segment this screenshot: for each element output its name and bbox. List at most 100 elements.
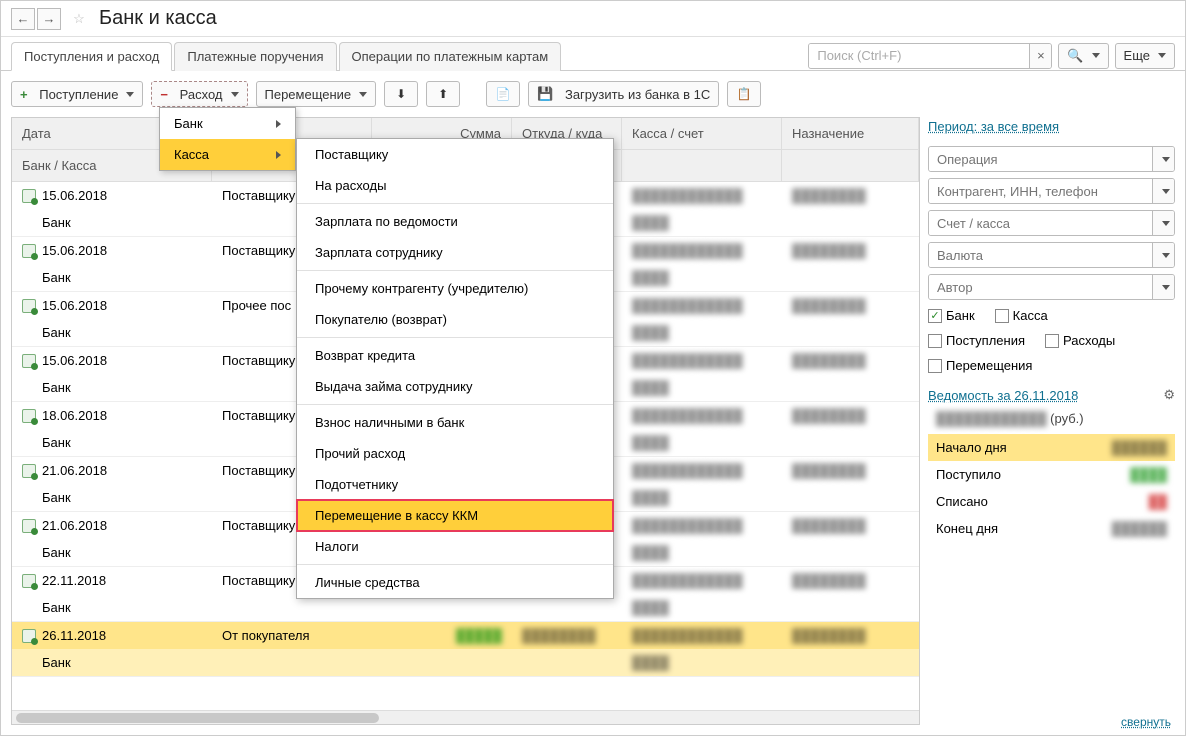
filter-account[interactable] xyxy=(929,211,1152,235)
submenu2-item[interactable]: Зарплата по ведомости xyxy=(297,206,613,237)
row-purpose: ████████ xyxy=(782,622,919,649)
filter-counterparty[interactable] xyxy=(929,179,1152,203)
filter-operation-dd[interactable] xyxy=(1152,147,1174,171)
check-income[interactable]: Поступления xyxy=(928,333,1025,348)
submenu2-item[interactable]: Перемещение в кассу ККМ xyxy=(297,500,613,531)
row-account: ████████████ xyxy=(622,237,782,264)
favorite-star-icon[interactable]: ☆ xyxy=(69,9,89,29)
filter-currency-dd[interactable] xyxy=(1152,243,1174,267)
submenu2-item[interactable]: На расходы xyxy=(297,170,613,201)
import-icon: ⬆ xyxy=(435,86,451,102)
submenu2-item[interactable]: Прочий расход xyxy=(297,438,613,469)
export-icon: ⬇ xyxy=(393,86,409,102)
report-button[interactable]: 📋 xyxy=(727,81,761,107)
row-account: ████████████ xyxy=(622,402,782,429)
main-tabs: Поступления и расход Платежные поручения… xyxy=(11,41,563,70)
search-box: × xyxy=(808,43,1052,69)
col-account[interactable]: Касса / счет xyxy=(622,118,782,149)
submenu2-item[interactable]: Подотчетнику xyxy=(297,469,613,500)
horizontal-scrollbar[interactable] xyxy=(12,710,919,724)
bank-load-icon: 💾 xyxy=(537,86,553,102)
magnifier-icon: 🔍 xyxy=(1067,48,1083,64)
row-bank: Банк xyxy=(12,264,212,291)
load-from-bank-button[interactable]: 💾 Загрузить из банка в 1С xyxy=(528,81,719,107)
vedomost-link[interactable]: Ведомость за 26.11.2018 xyxy=(928,388,1078,403)
row-bank: Банк xyxy=(12,649,212,676)
submenu2-item[interactable]: Прочему контрагенту (учредителю) xyxy=(297,273,613,304)
collapse-link[interactable]: свернуть xyxy=(1121,715,1171,729)
import-button[interactable]: ⬆ xyxy=(426,81,460,107)
chevron-right-icon xyxy=(276,151,281,159)
filter-counterparty-dd[interactable] xyxy=(1152,179,1174,203)
expense-submenu-1: Банк Касса xyxy=(159,107,296,171)
copy-icon: 📄 xyxy=(495,86,511,102)
document-icon xyxy=(22,244,36,258)
tab-card-operations[interactable]: Операции по платежным картам xyxy=(339,42,562,71)
nav-back-button[interactable]: ← xyxy=(11,8,35,30)
document-icon xyxy=(22,629,36,643)
more-button[interactable]: Еще xyxy=(1115,43,1175,69)
check-expense[interactable]: Расходы xyxy=(1045,333,1115,348)
page-title: Банк и касса xyxy=(99,7,217,30)
submenu2-item[interactable]: Зарплата сотруднику xyxy=(297,237,613,268)
submenu2-item[interactable]: Выдача займа сотруднику xyxy=(297,371,613,402)
chevron-right-icon xyxy=(276,120,281,128)
filter-operation[interactable] xyxy=(929,147,1152,171)
tab-income-expense[interactable]: Поступления и расход xyxy=(11,42,172,71)
row-bank: Банк xyxy=(12,429,212,456)
ved-in-val: ████ xyxy=(1130,467,1167,482)
search-clear-button[interactable]: × xyxy=(1029,44,1051,68)
submenu2-item[interactable]: Налоги xyxy=(297,531,613,562)
filter-author-dd[interactable] xyxy=(1152,275,1174,299)
row-purpose: ████████ xyxy=(782,347,919,374)
row-purpose: ████████ xyxy=(782,457,919,484)
submenu2-item[interactable]: Возврат кредита xyxy=(297,340,613,371)
col-purpose[interactable]: Назначение xyxy=(782,118,919,149)
filter-author[interactable] xyxy=(929,275,1152,299)
document-icon xyxy=(22,189,36,203)
row-date: 26.11.2018 xyxy=(42,628,106,643)
search-input[interactable] xyxy=(809,44,1029,67)
document-icon xyxy=(22,409,36,423)
export-button[interactable]: ⬇ xyxy=(384,81,418,107)
row-operation: От покупателя xyxy=(212,622,372,649)
check-bank[interactable]: ✓Банк xyxy=(928,308,975,323)
income-button[interactable]: + Поступление xyxy=(11,81,143,107)
row-where: ████████ xyxy=(512,622,622,649)
expense-button[interactable]: − Расход xyxy=(151,81,247,107)
row-account: ████████████ xyxy=(622,457,782,484)
submenu2-item[interactable]: Поставщику xyxy=(297,139,613,170)
submenu2-item[interactable]: Покупателю (возврат) xyxy=(297,304,613,335)
row-account: ████████████ xyxy=(622,622,782,649)
document-icon xyxy=(22,354,36,368)
row-date: 15.06.2018 xyxy=(42,188,107,203)
submenu2-item[interactable]: Взнос наличными в банк xyxy=(297,407,613,438)
move-button[interactable]: Перемещение xyxy=(256,81,377,107)
gear-icon[interactable]: ⚙ xyxy=(1163,387,1175,403)
row-account: ████████████ xyxy=(622,292,782,319)
search-exec-button[interactable]: 🔍 xyxy=(1058,43,1108,69)
submenu1-kassa[interactable]: Касса xyxy=(160,139,295,170)
filter-currency[interactable] xyxy=(929,243,1152,267)
check-move[interactable]: Перемещения xyxy=(928,358,1032,373)
check-kassa[interactable]: Касса xyxy=(995,308,1048,323)
tab-payment-orders[interactable]: Платежные поручения xyxy=(174,42,336,71)
submenu1-bank[interactable]: Банк xyxy=(160,108,295,139)
copy-button[interactable]: 📄 xyxy=(486,81,520,107)
row-purpose: ████████ xyxy=(782,182,919,209)
table-row[interactable]: 26.11.2018От покупателя█████████████████… xyxy=(12,622,919,677)
row-bank: Банк xyxy=(12,484,212,511)
row-date: 22.11.2018 xyxy=(42,573,106,588)
period-link[interactable]: Период: за все время xyxy=(928,117,1175,140)
row-purpose: ████████ xyxy=(782,237,919,264)
submenu2-item[interactable]: Личные средства xyxy=(297,567,613,598)
ved-out-label: Списано xyxy=(936,494,988,509)
plus-icon: + xyxy=(20,87,28,102)
nav-forward-button[interactable]: → xyxy=(37,8,61,30)
row-bank: Банк xyxy=(12,209,212,236)
row-date: 21.06.2018 xyxy=(42,463,107,478)
row-account: ████████████ xyxy=(622,182,782,209)
row-bank: Банк xyxy=(12,594,212,621)
filter-account-dd[interactable] xyxy=(1152,211,1174,235)
row-sum: █████ xyxy=(372,622,512,649)
